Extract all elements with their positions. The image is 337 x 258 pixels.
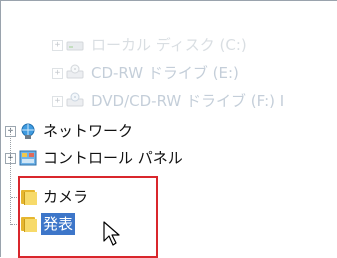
tree-connector-vertical bbox=[10, 129, 11, 225]
tree-item-label: ネットワーク bbox=[43, 122, 134, 140]
drive-icon bbox=[65, 36, 85, 54]
tree-item-label: ローカル ディスク (C:) bbox=[91, 36, 247, 54]
expand-icon[interactable]: + bbox=[52, 96, 63, 107]
tree-item-control-panel[interactable]: + コントロール パネル bbox=[1, 146, 337, 170]
cd-drive-icon bbox=[65, 64, 85, 82]
highlight-box bbox=[18, 176, 158, 258]
tree-item-label: CD-RW ドライブ (E:) bbox=[91, 64, 239, 82]
expand-icon[interactable]: + bbox=[52, 40, 63, 51]
mouse-cursor-icon bbox=[103, 221, 120, 246]
tree-item-cd-rw-drive[interactable]: + CD-RW ドライブ (E:) bbox=[1, 61, 337, 85]
network-icon bbox=[18, 122, 38, 140]
control-panel-icon bbox=[18, 149, 38, 167]
dvd-drive-icon bbox=[65, 92, 85, 110]
tree-item-label: DVD/CD-RW ドライブ (F:) I bbox=[91, 92, 285, 110]
tree-item-local-disk[interactable]: + ローカル ディスク (C:) bbox=[1, 33, 337, 57]
tree-item-label: コントロール パネル bbox=[43, 149, 183, 167]
expand-icon[interactable]: + bbox=[52, 68, 63, 79]
explorer-tree-panel: + ローカル ディスク (C:) + CD-RW ドライブ (E:) + DVD… bbox=[0, 0, 337, 258]
tree-item-dvd-cd-rw-drive[interactable]: + DVD/CD-RW ドライブ (F:) I bbox=[1, 89, 337, 113]
tree-item-network[interactable]: + ネットワーク bbox=[1, 119, 337, 143]
